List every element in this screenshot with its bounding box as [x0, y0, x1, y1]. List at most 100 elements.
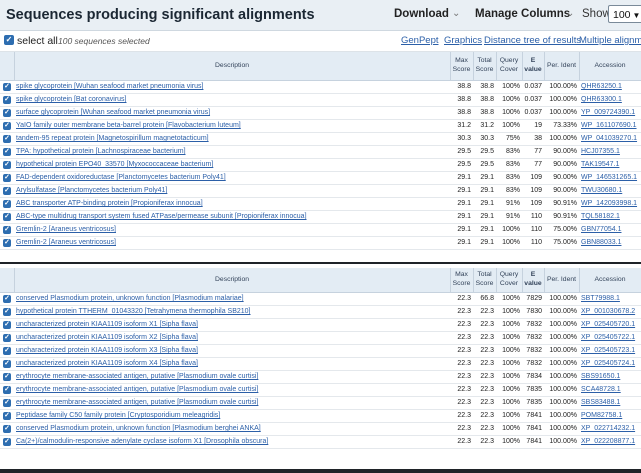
row-checkbox[interactable]: ✓ [3, 238, 11, 247]
select-all-checkbox[interactable]: ✓ [4, 35, 14, 45]
accession-link[interactable]: QHR63300.1 [581, 96, 622, 103]
table-row[interactable]: ✓ hypothetical protein EPO40_33570 [Myxoc… [0, 158, 641, 172]
table-row[interactable]: ✓ hypothetical protein TTHERM_01043320 [T… [0, 305, 641, 319]
accession-link[interactable]: XP_025405723.1 [581, 347, 635, 354]
accession-link[interactable]: WP_041039270.1 [581, 135, 637, 142]
row-checkbox-cell[interactable]: ✓ [0, 158, 14, 172]
description-link[interactable]: erythrocyte membrane-associated antigen,… [16, 399, 258, 406]
table-row[interactable]: ✓ erythrocyte membrane-associated antigen… [0, 396, 641, 410]
column-header-total-score[interactable]: Total Score [473, 268, 497, 293]
description-link[interactable]: spike glycoprotein [Bat coronavirus] [16, 96, 127, 103]
table-row[interactable]: ✓ conserved Plasmodium protein, unknown f… [0, 422, 641, 436]
row-checkbox[interactable]: ✓ [3, 95, 11, 104]
select-all-label[interactable]: select all [17, 35, 58, 47]
table-row[interactable]: ✓ Gremlin-2 [Araneus ventricosus] 29.1 29.1… [0, 236, 641, 250]
row-checkbox-cell[interactable]: ✓ [0, 409, 14, 423]
table-row[interactable]: ✓ spike glycoprotein [Wuhan seafood marke… [0, 80, 641, 94]
description-link[interactable]: hypothetical protein EPO40_33570 [Myxoco… [16, 161, 213, 168]
table-row[interactable]: ✓ Ca(2+)/calmodulin-responsive adenylate … [0, 435, 641, 449]
row-checkbox-cell[interactable]: ✓ [0, 236, 14, 250]
description-link[interactable]: uncharacterized protein KIAA1109 isoform… [16, 347, 198, 354]
graphics-link[interactable]: Graphics [444, 35, 482, 46]
accession-link[interactable]: WP_146531265.1 [581, 174, 637, 181]
table-row[interactable]: ✓ spike glycoprotein [Bat coronavirus] 38.… [0, 93, 641, 107]
accession-link[interactable]: XP_025405720.1 [581, 321, 635, 328]
row-checkbox-cell[interactable]: ✓ [0, 171, 14, 185]
description-link[interactable]: spike glycoprotein [Wuhan seafood market… [16, 83, 203, 90]
accession-link[interactable]: XP_022208877.1 [581, 438, 635, 445]
row-checkbox-cell[interactable]: ✓ [0, 119, 14, 133]
accession-link[interactable]: SCA48728.1 [581, 386, 621, 393]
row-checkbox-cell[interactable]: ✓ [0, 93, 14, 107]
row-checkbox-cell[interactable]: ✓ [0, 331, 14, 345]
download-button[interactable]: Download [394, 8, 449, 20]
column-header-description[interactable]: Description [14, 268, 451, 293]
column-header-accession[interactable]: Accession [579, 268, 641, 293]
description-link[interactable]: ABC transporter ATP-binding protein [Pro… [16, 200, 203, 207]
accession-link[interactable]: XP_025405724.1 [581, 360, 635, 367]
column-header-max-score[interactable]: Max Score [450, 268, 474, 293]
distance-tree-link[interactable]: Distance tree of results [484, 35, 581, 46]
row-checkbox[interactable]: ✓ [3, 173, 11, 182]
row-checkbox[interactable]: ✓ [3, 121, 11, 130]
accession-link[interactable]: TWU30680.1 [581, 187, 622, 194]
description-link[interactable]: Ca(2+)/calmodulin-responsive adenylate c… [16, 438, 268, 445]
column-header-total-score[interactable]: Total Score [473, 52, 497, 81]
row-checkbox[interactable]: ✓ [3, 346, 11, 355]
table-row[interactable]: ✓ Peptidase family C50 family protein [Cr… [0, 409, 641, 423]
column-header-per-ident[interactable]: Per. Ident [544, 52, 580, 81]
row-checkbox[interactable]: ✓ [3, 307, 11, 316]
row-checkbox-cell[interactable]: ✓ [0, 223, 14, 237]
accession-link[interactable]: QHR63250.1 [581, 83, 622, 90]
row-checkbox[interactable]: ✓ [3, 199, 11, 208]
description-link[interactable]: tandem-95 repeat protein [Magnetospirill… [16, 135, 209, 142]
accession-link[interactable]: WP_161107690.1 [581, 122, 637, 129]
column-header-query-cover[interactable]: Query Cover [496, 268, 523, 293]
accession-link[interactable]: XP_025405722.1 [581, 334, 635, 341]
row-checkbox[interactable]: ✓ [3, 424, 11, 433]
column-header-e-value[interactable]: E value [522, 52, 545, 81]
description-link[interactable]: ABC-type multidrug transport system fuse… [16, 213, 307, 220]
row-checkbox[interactable]: ✓ [3, 320, 11, 329]
row-checkbox-cell[interactable]: ✓ [0, 132, 14, 146]
table-row[interactable]: ✓ erythrocyte membrane-associated antigen… [0, 370, 641, 384]
row-checkbox[interactable]: ✓ [3, 333, 11, 342]
row-checkbox-cell[interactable]: ✓ [0, 357, 14, 371]
description-link[interactable]: hypothetical protein TTHERM_01043320 [Te… [16, 308, 251, 315]
table-row[interactable]: ✓ uncharacterized protein KIAA1109 isofor… [0, 331, 641, 345]
accession-link[interactable]: SBT79988.1 [581, 295, 620, 302]
description-link[interactable]: erythrocyte membrane-associated antigen,… [16, 386, 258, 393]
table-row[interactable]: ✓ FAD-dependent oxidoreductase [Planctomy… [0, 171, 641, 185]
row-checkbox-cell[interactable]: ✓ [0, 292, 14, 306]
description-link[interactable]: conserved Plasmodium protein, unknown fu… [16, 295, 244, 302]
table-row[interactable]: ✓ surface glycoprotein [Wuhan seafood mar… [0, 106, 641, 120]
table-row[interactable]: ✓ Gremlin-2 [Araneus ventricosus] 29.1 29.1… [0, 223, 641, 237]
genpept-link[interactable]: GenPept [401, 35, 439, 46]
description-link[interactable]: conserved Plasmodium protein, unknown fu… [16, 425, 261, 432]
row-checkbox-cell[interactable]: ✓ [0, 80, 14, 94]
row-checkbox-cell[interactable]: ✓ [0, 106, 14, 120]
show-count-select[interactable]: 100 ▼ [608, 5, 641, 23]
table-row[interactable]: ✓ uncharacterized protein KIAA1109 isofor… [0, 318, 641, 332]
row-checkbox-cell[interactable]: ✓ [0, 318, 14, 332]
row-checkbox[interactable]: ✓ [3, 437, 11, 446]
accession-link[interactable]: HCJ07355.1 [581, 148, 620, 155]
description-link[interactable]: Gremlin-2 [Araneus ventricosus] [16, 226, 116, 233]
accession-link[interactable]: YP_009724390.1 [581, 109, 635, 116]
row-checkbox-cell[interactable]: ✓ [0, 383, 14, 397]
description-link[interactable]: FAD-dependent oxidoreductase [Planctomyc… [16, 174, 226, 181]
row-checkbox[interactable]: ✓ [3, 160, 11, 169]
multiple-alignment-link[interactable]: Multiple alignment [579, 35, 641, 46]
row-checkbox[interactable]: ✓ [3, 212, 11, 221]
row-checkbox[interactable]: ✓ [3, 385, 11, 394]
accession-link[interactable]: WP_142093998.1 [581, 200, 637, 207]
row-checkbox[interactable]: ✓ [3, 108, 11, 117]
table-row[interactable]: ✓ uncharacterized protein KIAA1109 isofor… [0, 344, 641, 358]
manage-columns-button[interactable]: Manage Columns [475, 8, 570, 20]
table-row[interactable]: ✓ YaIO family outer membrane beta-barrel … [0, 119, 641, 133]
column-header-description[interactable]: Description [14, 52, 451, 81]
row-checkbox-cell[interactable]: ✓ [0, 370, 14, 384]
accession-link[interactable]: SBS83488.1 [581, 399, 620, 406]
row-checkbox-cell[interactable]: ✓ [0, 184, 14, 198]
table-row[interactable]: ✓ uncharacterized protein KIAA1109 isofor… [0, 357, 641, 371]
